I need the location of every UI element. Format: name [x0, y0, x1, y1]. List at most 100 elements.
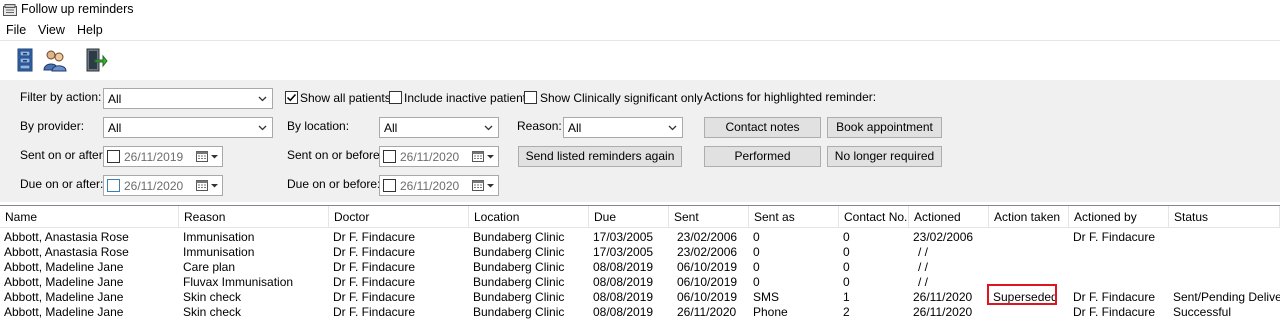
window-title: Follow up reminders: [21, 2, 134, 16]
reason-select[interactable]: All: [563, 117, 683, 138]
menu-view[interactable]: View: [38, 23, 65, 37]
table-row[interactable]: Abbott, Madeline Jane Fluvax Immunisation…: [0, 275, 1280, 290]
column-header-label: Contact No.: [844, 210, 908, 224]
cell-status: Sent/Pending Delive: [1173, 290, 1280, 304]
table-row[interactable]: Abbott, Madeline Jane Care plan Dr F. Find…: [0, 260, 1280, 275]
column-header-name[interactable]: Name: [0, 206, 179, 228]
table-row[interactable]: Abbott, Anastasia Rose Immunisation Dr F. …: [0, 230, 1280, 245]
performed-button[interactable]: Performed: [704, 146, 821, 167]
column-header-sent-as[interactable]: Sent as: [749, 206, 839, 228]
contact-notes-button[interactable]: Contact notes: [704, 117, 821, 138]
due-on-after-date[interactable]: 26/11/2020: [103, 175, 223, 196]
cell-name: Abbott, Madeline Jane: [4, 275, 124, 289]
column-header-label: Status: [1174, 210, 1209, 224]
cell-actioned: 26/11/2020: [913, 290, 973, 304]
cell-sent-as: 0: [753, 245, 760, 259]
calendar-icon[interactable]: [196, 151, 208, 162]
column-header-doctor[interactable]: Doctor: [329, 206, 469, 228]
cell-contact-no: 1: [843, 290, 850, 304]
calendar-icon[interactable]: [196, 180, 208, 191]
cell-actioned-by: [1073, 245, 1169, 260]
checkmark-icon: [286, 93, 297, 102]
column-header-actioned-by[interactable]: Actioned by: [1069, 206, 1169, 228]
exit-door-icon[interactable]: [84, 48, 108, 72]
table-row[interactable]: Abbott, Anastasia Rose Immunisation Dr F. …: [0, 245, 1280, 260]
cell-sent-as: 0: [753, 275, 760, 289]
cell-sent-as: Phone: [753, 305, 788, 319]
sent-on-after-checkbox[interactable]: [107, 150, 120, 163]
column-header-label: Doctor: [334, 210, 370, 224]
cell-status: Successful: [1173, 305, 1232, 319]
due-on-after-label: Due on or after:: [20, 177, 104, 191]
no-longer-required-button[interactable]: No longer required: [827, 146, 942, 167]
column-header-label: Location: [474, 210, 520, 224]
due-on-after-checkbox[interactable]: [107, 179, 120, 192]
cell-actioned-by: Dr F. Findacure: [1073, 230, 1156, 244]
cell-sent-as: SMS: [753, 290, 780, 304]
column-header-label: Due: [594, 210, 617, 224]
filter-panel: Filter by action: All Show all patients …: [0, 80, 1280, 202]
cell-action-taken: [993, 305, 1069, 320]
menu-file[interactable]: File: [6, 23, 26, 37]
cell-reason: Skin check: [183, 290, 242, 304]
column-header-label: Sent: [674, 210, 699, 224]
book-appointment-button[interactable]: Book appointment: [827, 117, 942, 138]
table-row[interactable]: Abbott, Madeline Jane Skin check Dr F. Fin…: [0, 290, 1280, 305]
by-location-label: By location:: [287, 119, 350, 133]
cell-reason: Fluvax Immunisation: [183, 275, 294, 289]
clinically-significant-checkbox[interactable]: [524, 91, 537, 104]
filter-by-action-select[interactable]: All: [103, 88, 273, 109]
chevron-down-icon[interactable]: [486, 180, 495, 191]
column-header-label: Action taken: [994, 210, 1061, 224]
column-header-sent[interactable]: Sent: [669, 206, 749, 228]
column-header-location[interactable]: Location: [469, 206, 589, 228]
clinically-significant-label: Show Clinically significant only: [540, 91, 703, 105]
column-header-label: Name: [5, 210, 38, 224]
cell-doctor: Dr F. Findacure: [333, 245, 416, 259]
column-header-label: Actioned: [914, 210, 961, 224]
column-header-actioned[interactable]: Actioned: [909, 206, 989, 228]
title-bar: Follow up reminders: [0, 0, 1280, 20]
menu-help[interactable]: Help: [77, 23, 103, 37]
cell-doctor: Dr F. Findacure: [333, 290, 416, 304]
menu-separator: [0, 40, 1280, 41]
due-on-before-date[interactable]: 26/11/2020: [379, 175, 499, 196]
cell-action-taken: [993, 260, 1069, 275]
cell-contact-no: 2: [843, 305, 850, 319]
cell-name: Abbott, Anastasia Rose: [4, 230, 129, 244]
column-header-contact-no[interactable]: Contact No.: [839, 206, 909, 228]
calendar-icon[interactable]: [472, 151, 484, 162]
column-header-reason[interactable]: Reason: [179, 206, 329, 228]
cell-sent: 06/10/2019: [677, 275, 738, 289]
by-provider-select[interactable]: All: [103, 117, 273, 138]
cell-due: 17/03/2005: [593, 245, 654, 259]
show-all-patients-label: Show all patients: [300, 91, 391, 105]
include-inactive-checkbox[interactable]: [389, 91, 402, 104]
cell-due: 08/08/2019: [593, 305, 654, 319]
sent-on-before-date[interactable]: 26/11/2020: [379, 146, 499, 167]
cell-action-taken: [993, 230, 1069, 245]
column-header-action-taken[interactable]: Action taken: [989, 206, 1069, 228]
by-location-select[interactable]: All: [379, 117, 499, 138]
table-row[interactable]: Abbott, Madeline Jane Skin check Dr F. Fin…: [0, 305, 1280, 320]
calendar-icon[interactable]: [472, 180, 484, 191]
include-inactive-label: Include inactive patients: [404, 91, 533, 105]
send-reminders-again-button[interactable]: Send listed reminders again: [518, 146, 682, 167]
sent-on-after-date[interactable]: 26/11/2019: [103, 146, 223, 167]
filing-cabinet-icon[interactable]: [13, 48, 37, 72]
patients-icon[interactable]: [43, 48, 67, 72]
chevron-down-icon[interactable]: [210, 151, 219, 162]
due-on-before-checkbox[interactable]: [383, 179, 396, 192]
cell-location: Bundaberg Clinic: [473, 230, 565, 244]
column-header-due[interactable]: Due: [589, 206, 669, 228]
cell-reason: Skin check: [183, 305, 242, 319]
chevron-down-icon[interactable]: [486, 151, 495, 162]
show-all-patients-checkbox[interactable]: [285, 91, 298, 104]
sent-on-before-checkbox[interactable]: [383, 150, 396, 163]
chevron-down-icon[interactable]: [210, 180, 219, 191]
cell-due: 08/08/2019: [593, 260, 654, 274]
cell-sent: 06/10/2019: [677, 260, 738, 274]
cell-due: 08/08/2019: [593, 275, 654, 289]
column-header-status[interactable]: Status: [1169, 206, 1280, 228]
cell-status: [1173, 230, 1280, 245]
